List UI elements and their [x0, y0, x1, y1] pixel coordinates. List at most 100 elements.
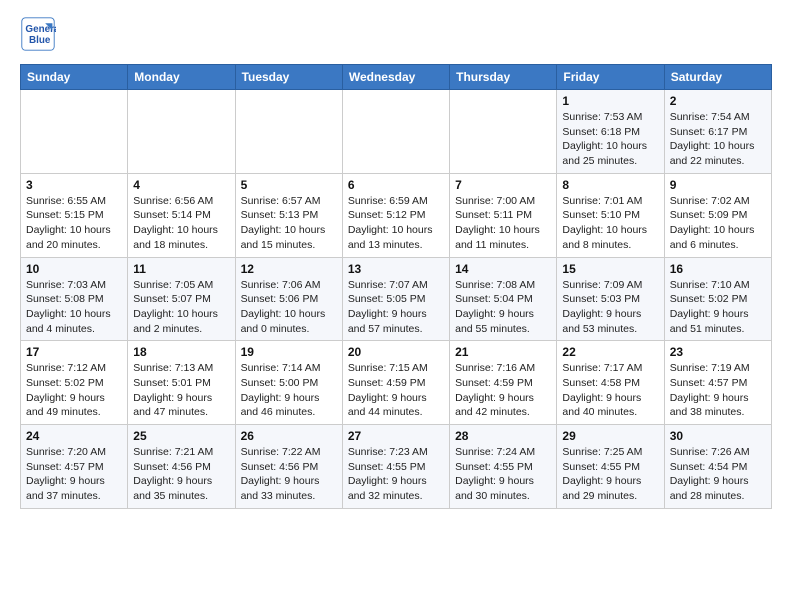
day-number: 3: [26, 178, 122, 192]
calendar-cell: 11 Sunrise: 7:05 AMSunset: 5:07 PMDayligh…: [128, 257, 235, 341]
calendar-cell: 10 Sunrise: 7:03 AMSunset: 5:08 PMDayligh…: [21, 257, 128, 341]
calendar-cell: [235, 90, 342, 174]
day-number: 30: [670, 429, 766, 443]
calendar-cell: [128, 90, 235, 174]
day-info: Sunrise: 7:10 AMSunset: 5:02 PMDaylight:…: [670, 278, 766, 337]
day-number: 23: [670, 345, 766, 359]
day-info: Sunrise: 6:57 AMSunset: 5:13 PMDaylight:…: [241, 194, 337, 253]
day-info: Sunrise: 7:00 AMSunset: 5:11 PMDaylight:…: [455, 194, 551, 253]
day-info: Sunrise: 7:23 AMSunset: 4:55 PMDaylight:…: [348, 445, 444, 504]
calendar-cell: 20Sunrise: 7:15 AMSunset: 4:59 PMDayligh…: [342, 341, 449, 425]
day-number: 4: [133, 178, 229, 192]
week-row-1: 1 Sunrise: 7:53 AMSunset: 6:18 PMDaylight…: [21, 90, 772, 174]
day-info: Sunrise: 7:08 AMSunset: 5:04 PMDaylight:…: [455, 278, 551, 337]
day-number: 11: [133, 262, 229, 276]
day-info: Sunrise: 6:55 AMSunset: 5:15 PMDaylight:…: [26, 194, 122, 253]
day-number: 25: [133, 429, 229, 443]
calendar-cell: 28 Sunrise: 7:24 AMSunset: 4:55 PMDayligh…: [450, 425, 557, 509]
day-number: 18: [133, 345, 229, 359]
day-info: Sunrise: 7:06 AMSunset: 5:06 PMDaylight:…: [241, 278, 337, 337]
calendar-cell: 12 Sunrise: 7:06 AMSunset: 5:06 PMDayligh…: [235, 257, 342, 341]
day-number: 14: [455, 262, 551, 276]
day-info: Sunrise: 7:02 AMSunset: 5:09 PMDaylight:…: [670, 194, 766, 253]
day-number: 8: [562, 178, 658, 192]
day-number: 19: [241, 345, 337, 359]
day-number: 16: [670, 262, 766, 276]
day-number: 26: [241, 429, 337, 443]
calendar-cell: [21, 90, 128, 174]
weekday-header-sunday: Sunday: [21, 65, 128, 90]
calendar-cell: 7Sunrise: 7:00 AMSunset: 5:11 PMDaylight…: [450, 173, 557, 257]
logo: General Blue: [20, 16, 62, 52]
day-number: 22: [562, 345, 658, 359]
weekday-row: SundayMondayTuesdayWednesdayThursdayFrid…: [21, 65, 772, 90]
week-row-2: 3 Sunrise: 6:55 AMSunset: 5:15 PMDaylight…: [21, 173, 772, 257]
day-info: Sunrise: 7:53 AMSunset: 6:18 PMDaylight:…: [562, 110, 658, 169]
calendar: SundayMondayTuesdayWednesdayThursdayFrid…: [20, 64, 772, 509]
calendar-cell: 26 Sunrise: 7:22 AMSunset: 4:56 PMDayligh…: [235, 425, 342, 509]
week-row-3: 10 Sunrise: 7:03 AMSunset: 5:08 PMDayligh…: [21, 257, 772, 341]
calendar-cell: 17Sunrise: 7:12 AMSunset: 5:02 PMDayligh…: [21, 341, 128, 425]
day-info: Sunrise: 6:59 AMSunset: 5:12 PMDaylight:…: [348, 194, 444, 253]
calendar-cell: 3 Sunrise: 6:55 AMSunset: 5:15 PMDaylight…: [21, 173, 128, 257]
calendar-cell: 2 Sunrise: 7:54 AMSunset: 6:17 PMDaylight…: [664, 90, 771, 174]
day-info: Sunrise: 7:24 AMSunset: 4:55 PMDaylight:…: [455, 445, 551, 504]
day-info: Sunrise: 7:20 AMSunset: 4:57 PMDaylight:…: [26, 445, 122, 504]
day-info: Sunrise: 7:13 AMSunset: 5:01 PMDaylight:…: [133, 361, 229, 420]
calendar-cell: 4Sunrise: 6:56 AMSunset: 5:14 PMDaylight…: [128, 173, 235, 257]
calendar-cell: 14 Sunrise: 7:08 AMSunset: 5:04 PMDayligh…: [450, 257, 557, 341]
day-number: 17: [26, 345, 122, 359]
day-info: Sunrise: 7:26 AMSunset: 4:54 PMDaylight:…: [670, 445, 766, 504]
day-info: Sunrise: 7:17 AMSunset: 4:58 PMDaylight:…: [562, 361, 658, 420]
day-info: Sunrise: 7:03 AMSunset: 5:08 PMDaylight:…: [26, 278, 122, 337]
calendar-body: 1 Sunrise: 7:53 AMSunset: 6:18 PMDaylight…: [21, 90, 772, 509]
day-number: 24: [26, 429, 122, 443]
day-info: Sunrise: 7:54 AMSunset: 6:17 PMDaylight:…: [670, 110, 766, 169]
header: General Blue: [20, 16, 772, 52]
calendar-cell: 16 Sunrise: 7:10 AMSunset: 5:02 PMDayligh…: [664, 257, 771, 341]
weekday-header-wednesday: Wednesday: [342, 65, 449, 90]
day-number: 28: [455, 429, 551, 443]
calendar-cell: 24 Sunrise: 7:20 AMSunset: 4:57 PMDayligh…: [21, 425, 128, 509]
weekday-header-monday: Monday: [128, 65, 235, 90]
day-info: Sunrise: 7:07 AMSunset: 5:05 PMDaylight:…: [348, 278, 444, 337]
weekday-header-thursday: Thursday: [450, 65, 557, 90]
page: General Blue SundayMondayTuesdayWednesda…: [0, 0, 792, 525]
calendar-cell: 6 Sunrise: 6:59 AMSunset: 5:12 PMDaylight…: [342, 173, 449, 257]
calendar-cell: [450, 90, 557, 174]
svg-text:Blue: Blue: [29, 35, 51, 46]
calendar-cell: 15Sunrise: 7:09 AMSunset: 5:03 PMDayligh…: [557, 257, 664, 341]
calendar-cell: 23 Sunrise: 7:19 AMSunset: 4:57 PMDayligh…: [664, 341, 771, 425]
day-number: 27: [348, 429, 444, 443]
day-info: Sunrise: 7:01 AMSunset: 5:10 PMDaylight:…: [562, 194, 658, 253]
day-info: Sunrise: 7:25 AMSunset: 4:55 PMDaylight:…: [562, 445, 658, 504]
day-number: 10: [26, 262, 122, 276]
calendar-header: SundayMondayTuesdayWednesdayThursdayFrid…: [21, 65, 772, 90]
calendar-cell: 21Sunrise: 7:16 AMSunset: 4:59 PMDayligh…: [450, 341, 557, 425]
day-info: Sunrise: 7:21 AMSunset: 4:56 PMDaylight:…: [133, 445, 229, 504]
calendar-cell: 22 Sunrise: 7:17 AMSunset: 4:58 PMDayligh…: [557, 341, 664, 425]
day-info: Sunrise: 7:22 AMSunset: 4:56 PMDaylight:…: [241, 445, 337, 504]
day-number: 21: [455, 345, 551, 359]
weekday-header-saturday: Saturday: [664, 65, 771, 90]
day-info: Sunrise: 7:05 AMSunset: 5:07 PMDaylight:…: [133, 278, 229, 337]
day-number: 1: [562, 94, 658, 108]
day-number: 12: [241, 262, 337, 276]
weekday-header-tuesday: Tuesday: [235, 65, 342, 90]
logo-icon: General Blue: [20, 16, 56, 52]
week-row-5: 24 Sunrise: 7:20 AMSunset: 4:57 PMDayligh…: [21, 425, 772, 509]
day-number: 9: [670, 178, 766, 192]
calendar-cell: 5 Sunrise: 6:57 AMSunset: 5:13 PMDaylight…: [235, 173, 342, 257]
weekday-header-friday: Friday: [557, 65, 664, 90]
day-number: 6: [348, 178, 444, 192]
calendar-cell: 8 Sunrise: 7:01 AMSunset: 5:10 PMDaylight…: [557, 173, 664, 257]
day-number: 5: [241, 178, 337, 192]
day-number: 13: [348, 262, 444, 276]
day-info: Sunrise: 7:19 AMSunset: 4:57 PMDaylight:…: [670, 361, 766, 420]
day-info: Sunrise: 7:14 AMSunset: 5:00 PMDaylight:…: [241, 361, 337, 420]
calendar-cell: 1 Sunrise: 7:53 AMSunset: 6:18 PMDaylight…: [557, 90, 664, 174]
day-info: Sunrise: 7:09 AMSunset: 5:03 PMDaylight:…: [562, 278, 658, 337]
day-info: Sunrise: 7:15 AMSunset: 4:59 PMDaylight:…: [348, 361, 444, 420]
calendar-cell: 13 Sunrise: 7:07 AMSunset: 5:05 PMDayligh…: [342, 257, 449, 341]
day-number: 2: [670, 94, 766, 108]
